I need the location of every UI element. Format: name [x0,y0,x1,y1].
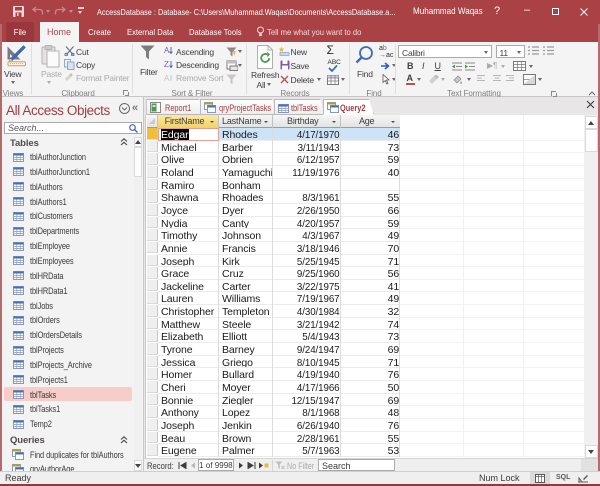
svg-text:A: A [164,46,170,55]
svg-text:A: A [164,74,170,83]
svg-text:Z: Z [164,60,169,69]
